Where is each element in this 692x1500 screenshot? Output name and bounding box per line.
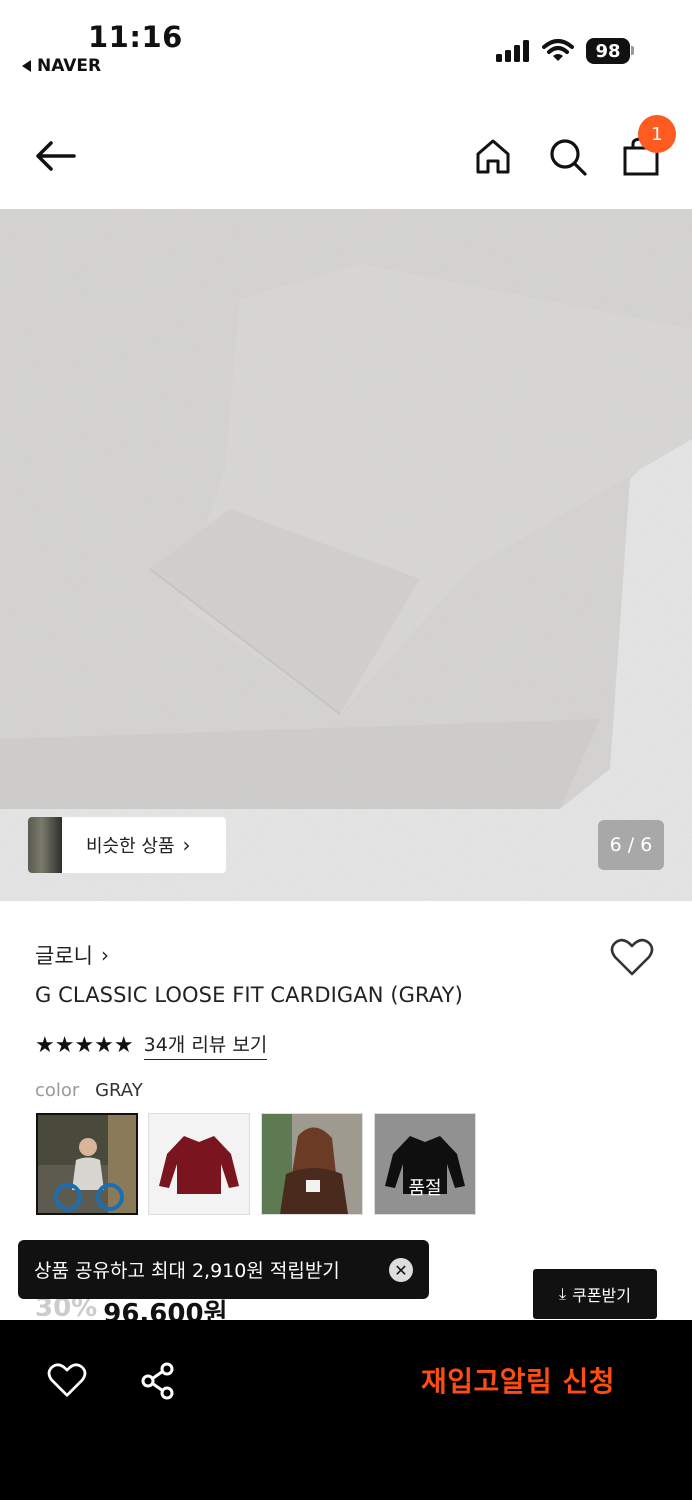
toast-text: 상품 공유하고 최대 2,910원 적립받기 [34, 1260, 340, 1282]
back-arrow-icon[interactable] [34, 138, 78, 174]
share-reward-toast[interactable]: 상품 공유하고 최대 2,910원 적립받기 ✕ [18, 1240, 429, 1299]
color-swatch-burgundy[interactable] [148, 1113, 250, 1215]
similar-products-button[interactable]: 비슷한 상품 › [28, 817, 226, 873]
image-page-indicator: 6 / 6 [598, 820, 664, 870]
wifi-icon [542, 39, 574, 61]
close-icon[interactable]: ✕ [389, 1258, 413, 1282]
cart-count-badge: 1 [638, 115, 676, 153]
home-icon[interactable] [474, 137, 512, 175]
heart-icon[interactable] [47, 1362, 87, 1398]
brand-link[interactable]: 글로니 › [35, 940, 109, 970]
bottom-action-bar [0, 1320, 692, 1500]
color-swatch-black-soldout[interactable]: 품절 [374, 1113, 476, 1215]
coupon-download-button[interactable]: ⤓ 쿠폰받기 [533, 1269, 657, 1319]
share-icon[interactable] [140, 1362, 176, 1400]
heart-icon[interactable] [610, 937, 654, 977]
swatch-brown-photo [262, 1114, 362, 1214]
battery-indicator: 98 [586, 38, 630, 64]
color-value: GRAY [95, 1080, 143, 1101]
cellular-signal-icon [496, 40, 529, 62]
swatch-gray-photo [38, 1115, 136, 1213]
back-app-label: NAVER [37, 56, 102, 76]
color-label: color [35, 1080, 80, 1101]
color-swatch-brown[interactable] [261, 1113, 363, 1215]
swatch-burgundy-photo [149, 1114, 249, 1214]
product-image[interactable] [0, 209, 692, 901]
star-rating-icons: ★★★★★ [35, 1032, 134, 1058]
product-title: G CLASSIC LOOSE FIT CARDIGAN (GRAY) [35, 983, 463, 1007]
cardigan-photo [0, 209, 692, 901]
similar-products-label: 비슷한 상품 [86, 836, 175, 857]
brand-name: 글로니 [35, 944, 93, 968]
rating-row: ★★★★★ 34개 리뷰 보기 [35, 1030, 268, 1060]
similar-product-thumbnail [28, 817, 62, 873]
color-row: color GRAY [35, 1080, 143, 1101]
sold-out-label: 품절 [408, 1178, 442, 1199]
back-to-app-link[interactable]: NAVER [22, 56, 101, 76]
download-icon: ⤓ [559, 1284, 567, 1303]
chevron-right-icon: › [182, 833, 191, 857]
chevron-right-icon: › [100, 943, 109, 967]
search-icon[interactable] [548, 137, 588, 177]
battery-tip [631, 46, 634, 55]
restock-alert-button[interactable]: 재입고알림 신청 [421, 1360, 615, 1400]
back-triangle-icon [22, 60, 31, 72]
status-time: 11:16 [88, 20, 183, 54]
review-link[interactable]: 34개 리뷰 보기 [143, 1030, 268, 1060]
color-swatch-gray[interactable] [36, 1113, 138, 1215]
coupon-label: 쿠폰받기 [572, 1286, 631, 1305]
